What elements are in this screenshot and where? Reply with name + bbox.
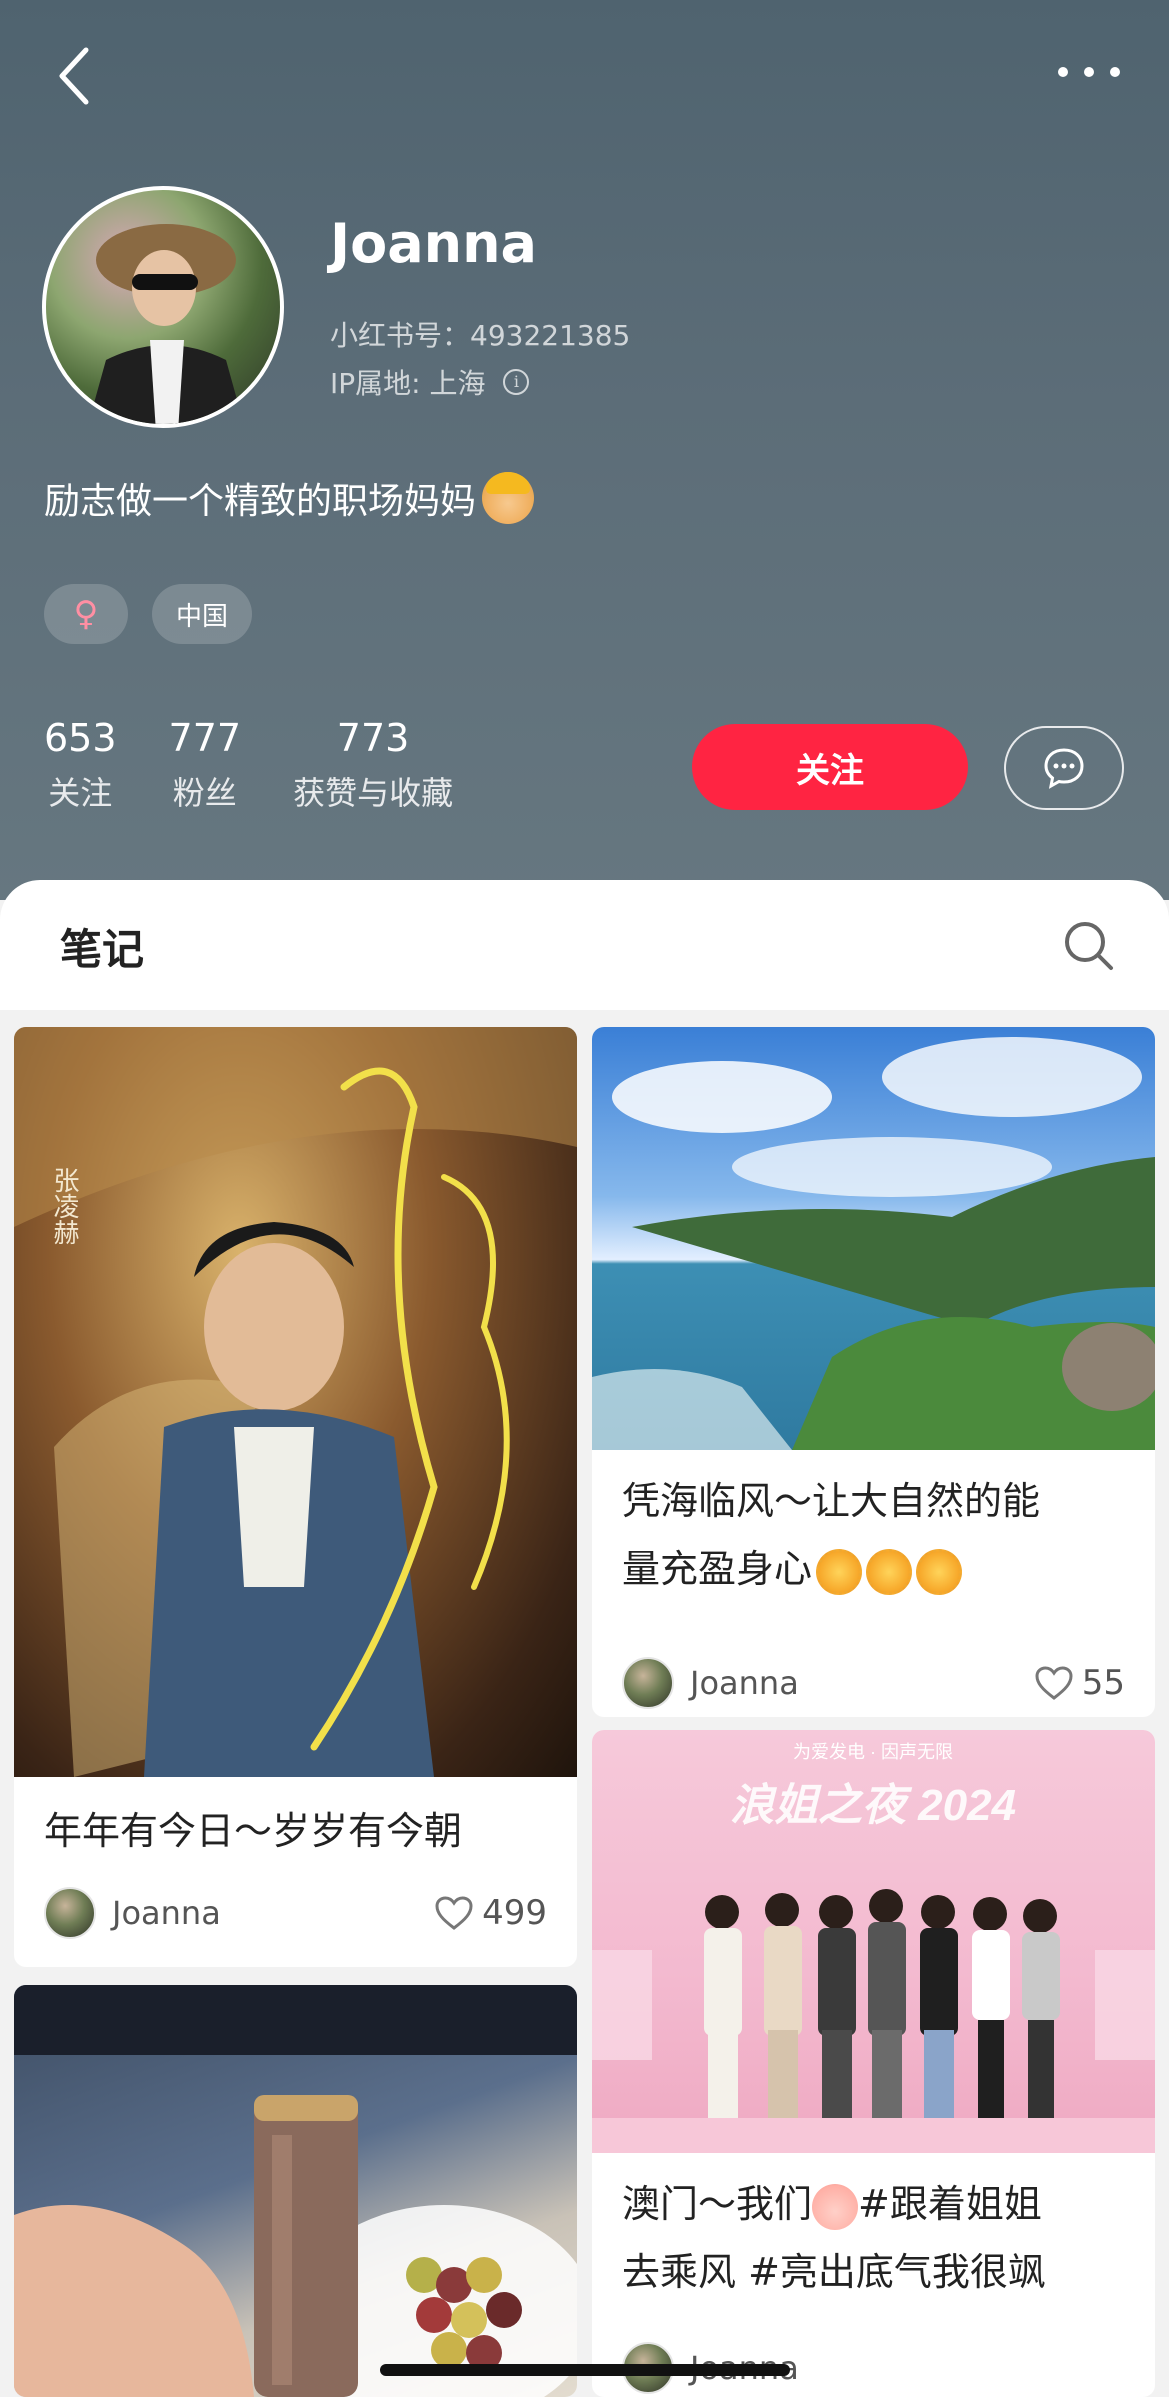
stat-likes-count: 773 bbox=[336, 716, 410, 760]
author-avatar[interactable] bbox=[622, 1657, 674, 1709]
message-button[interactable] bbox=[1004, 726, 1124, 810]
event-banner-text: 为爱发电 · 因声无限 bbox=[793, 1742, 953, 1762]
group-photo: 为爱发电 · 因声无限 浪姐之夜 2024 bbox=[592, 1742, 1155, 2153]
more-button[interactable] bbox=[1049, 52, 1129, 92]
stat-followers[interactable]: 777 粉丝 bbox=[169, 716, 242, 814]
sun-emoji-icon bbox=[816, 1548, 863, 1595]
author-avatar[interactable] bbox=[44, 1887, 96, 1939]
like-button[interactable]: 55 bbox=[1034, 1663, 1125, 1703]
note-title: 澳门～我们 #跟着姐姐 去乘风 #亮出底气我很飒 bbox=[622, 2170, 1046, 2306]
note-title-line2: 量充盈身心 bbox=[622, 1547, 813, 1591]
note-title-line1: 澳门～我们 bbox=[622, 2182, 813, 2226]
notes-tab-bar: 笔记 bbox=[0, 880, 1169, 1010]
note-title: 年年有今日～岁岁有今朝 bbox=[44, 1809, 463, 1853]
note-title-line2: 去乘风 #亮出底气我很飒 bbox=[622, 2250, 1046, 2294]
notes-search-button[interactable] bbox=[1061, 918, 1117, 974]
stat-likes[interactable]: 773 获赞与收藏 bbox=[293, 716, 453, 814]
author-name[interactable]: Joanna bbox=[690, 1664, 799, 1702]
ip-location: IP属地: 上海 i bbox=[330, 362, 530, 402]
note-meta: Joanna 499 bbox=[44, 1887, 547, 1939]
note-title-line1-tail: #跟着姐姐 bbox=[858, 2182, 1042, 2226]
bio-text: 励志做一个精致的职场妈妈 bbox=[44, 481, 477, 522]
poster-vertical-name: 张凌赫 bbox=[49, 1167, 79, 1245]
bio: 励志做一个精致的职场妈妈 bbox=[44, 472, 535, 524]
seaside-photo bbox=[592, 1037, 1155, 1450]
note-title-line2-wrap: 量充盈身心 bbox=[622, 1535, 1040, 1603]
info-icon[interactable]: i bbox=[503, 369, 530, 395]
stat-followers-label: 粉丝 bbox=[172, 774, 237, 812]
more-dots-icon bbox=[1058, 67, 1120, 77]
note-cover-image bbox=[14, 1985, 577, 2397]
sun-emoji-icon bbox=[916, 1548, 963, 1595]
note-card[interactable] bbox=[14, 1985, 577, 2397]
sun-emoji-icon bbox=[866, 1548, 913, 1595]
stat-following-label: 关注 bbox=[48, 774, 113, 812]
profile-stats: 653 关注 777 粉丝 773 获赞与收藏 bbox=[44, 716, 453, 814]
woman-emoji-icon bbox=[482, 472, 535, 524]
user-id: 小红书号：493221385 bbox=[330, 319, 631, 352]
note-title-line1: 凭海临风～让大自然的能 bbox=[622, 1479, 1041, 1523]
author-name[interactable]: Joanna bbox=[112, 1894, 221, 1932]
profile-tags: ♀ 中国 bbox=[44, 584, 253, 644]
stat-following-count: 653 bbox=[44, 716, 117, 760]
note-cover-image: 为爱发电 · 因声无限 浪姐之夜 2024 bbox=[592, 1730, 1155, 2153]
like-count: 55 bbox=[1081, 1663, 1125, 1703]
event-title-text: 浪姐之夜 2024 bbox=[730, 1781, 1016, 1830]
stat-followers-count: 777 bbox=[168, 716, 242, 760]
stat-likes-label: 获赞与收藏 bbox=[293, 774, 454, 812]
lipstick-photo bbox=[14, 1985, 577, 2397]
home-indicator bbox=[380, 2364, 790, 2376]
note-cover-image: 张凌赫 bbox=[14, 1027, 577, 1777]
avatar[interactable] bbox=[42, 186, 284, 428]
search-icon bbox=[1065, 922, 1113, 970]
ip-label: IP属地: 上海 bbox=[330, 367, 486, 400]
note-card[interactable]: 为爱发电 · 因声无限 浪姐之夜 2024 澳门～我们 #跟着姐姐 去乘风 #亮出… bbox=[592, 1730, 1155, 2397]
like-button[interactable]: 499 bbox=[434, 1893, 547, 1933]
back-button[interactable] bbox=[44, 40, 104, 112]
chevron-left-icon bbox=[59, 47, 89, 105]
heart-outline-icon bbox=[435, 1896, 473, 1930]
note-card[interactable]: 张凌赫 年年有今日～岁岁有今朝 Joanna 499 bbox=[14, 1027, 577, 1967]
note-title-line1-wrap: 澳门～我们 #跟着姐姐 bbox=[622, 2170, 1046, 2238]
note-cover-image bbox=[592, 1027, 1155, 1450]
peach-emoji-icon bbox=[812, 2183, 859, 2230]
follow-button[interactable]: 关注 bbox=[692, 724, 968, 810]
username: Joanna bbox=[330, 212, 537, 275]
profile-header: Joanna 小红书号：493221385 IP属地: 上海 i 励志做一个精致… bbox=[0, 0, 1169, 900]
stat-following[interactable]: 653 关注 bbox=[44, 716, 117, 814]
like-count: 499 bbox=[482, 1893, 547, 1933]
chat-bubble-icon bbox=[1044, 748, 1084, 789]
avatar-photo bbox=[88, 224, 244, 424]
poster-art: 张凌赫 bbox=[14, 1027, 577, 1777]
note-title: 凭海临风～让大自然的能 量充盈身心 bbox=[622, 1467, 1040, 1603]
note-meta: Joanna 55 bbox=[622, 1657, 1125, 1709]
heart-outline-icon bbox=[1035, 1666, 1073, 1700]
tab-notes[interactable]: 笔记 bbox=[60, 916, 144, 977]
gender-tag: ♀ bbox=[44, 584, 128, 644]
note-card[interactable]: 凭海临风～让大自然的能 量充盈身心 Joanna 55 bbox=[592, 1027, 1155, 1717]
location-tag: 中国 bbox=[152, 584, 253, 644]
